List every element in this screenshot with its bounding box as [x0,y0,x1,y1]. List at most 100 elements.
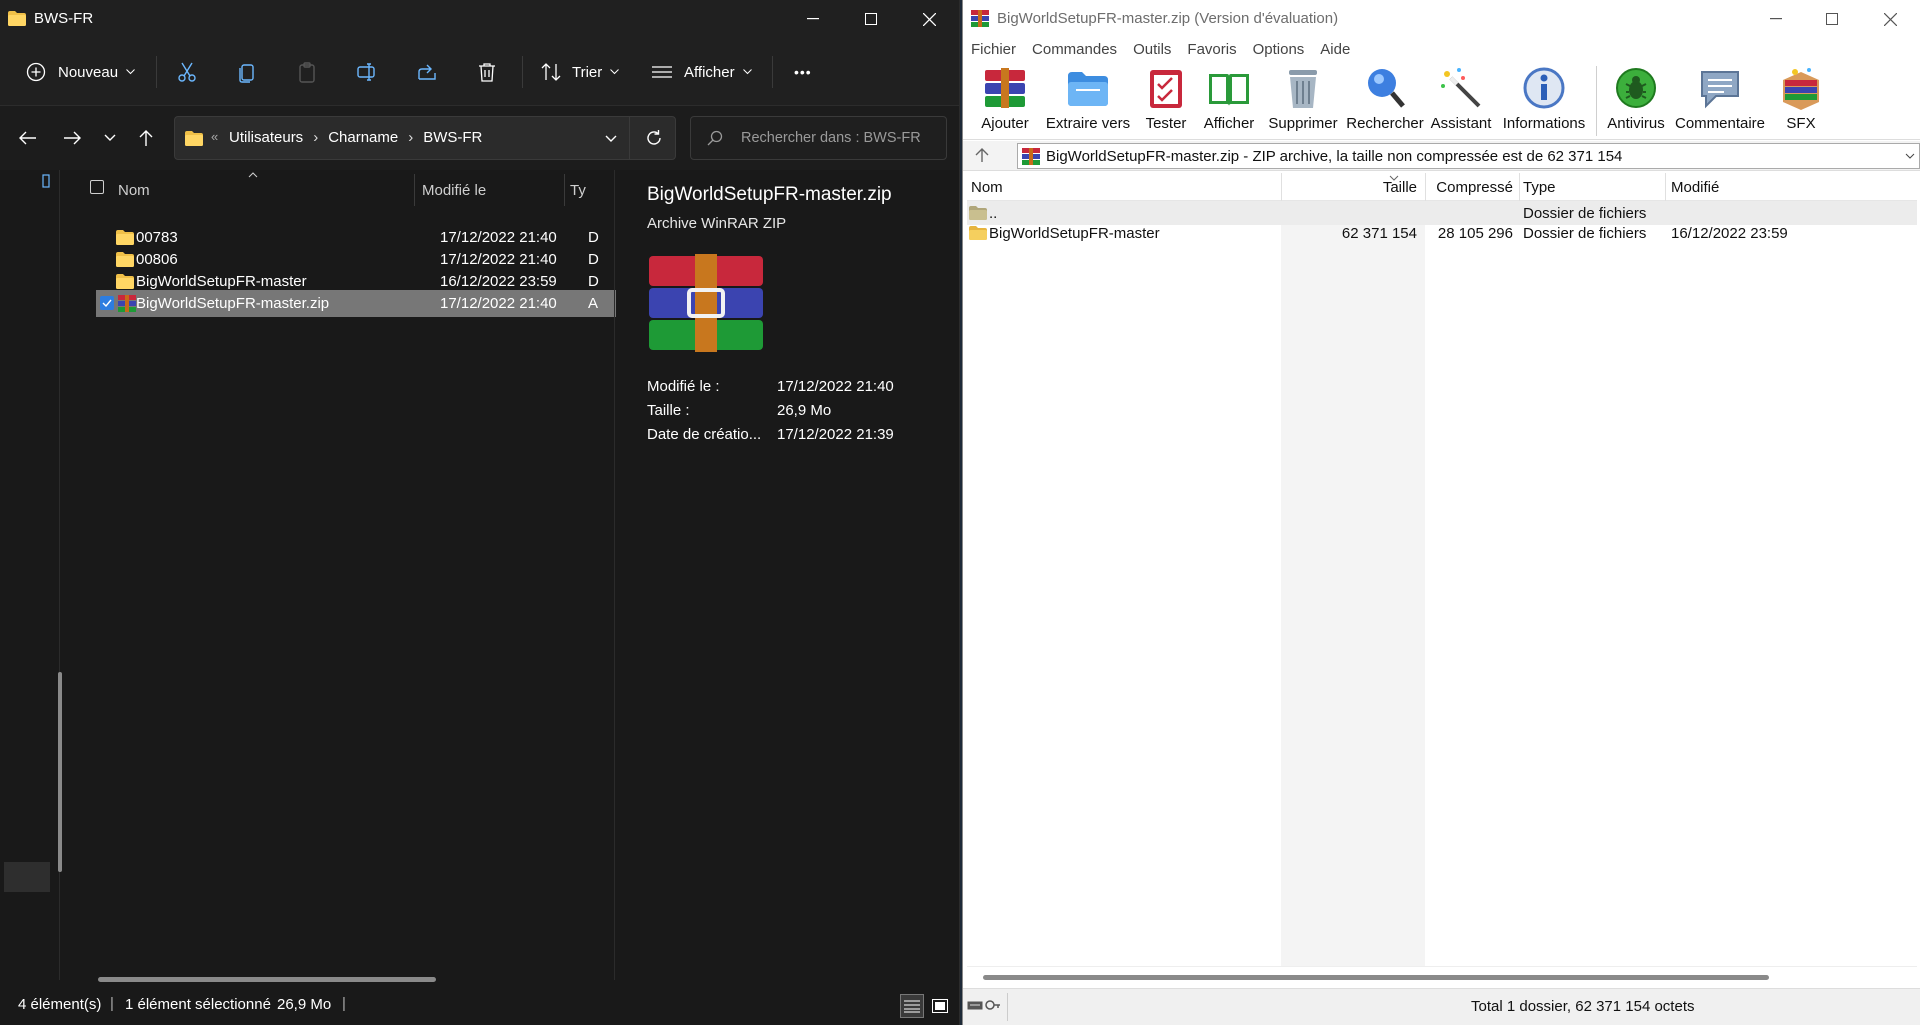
column-divider[interactable] [1665,173,1666,201]
menu-options[interactable]: Options [1245,38,1313,62]
column-divider[interactable] [564,174,565,206]
test-button[interactable]: Tester [1139,66,1193,140]
nav-pane-scrollbar[interactable] [58,672,62,872]
path-dropdown[interactable]: BigWorldSetupFR-master.zip - ZIP archive… [1017,143,1920,169]
breadcrumb-separator-icon[interactable]: › [313,129,318,146]
minimize-icon [1770,18,1782,20]
details-view-button[interactable] [900,994,924,1018]
row-checkbox[interactable] [100,296,114,310]
column-header-size[interactable]: Taille [1359,179,1417,196]
column-header-type[interactable]: Type [1523,179,1556,196]
recent-locations-button[interactable] [94,122,126,154]
paste-icon [299,62,315,83]
address-bar[interactable]: « Utilisateurs › Charname › BWS-FR [174,116,676,160]
file-type: A [588,295,599,312]
breadcrumb: Utilisateurs › Charname › BWS-FR [229,129,482,146]
status-bar: 4 élément(s) | 1 élément sélectionné 26,… [0,988,959,1025]
menu-aide[interactable]: Aide [1312,38,1358,62]
menu-favoris[interactable]: Favoris [1179,38,1244,62]
archive-path-text: BigWorldSetupFR-master.zip - ZIP archive… [1046,147,1623,165]
find-button[interactable]: Rechercher [1346,66,1424,140]
horizontal-scrollbar[interactable] [967,966,1917,986]
extract-to-button[interactable]: Extraire vers [1043,66,1133,140]
wizard-button[interactable]: Assistant [1429,66,1493,140]
rename-button[interactable] [356,52,378,92]
menu-fichier[interactable]: Fichier [963,38,1024,62]
drive-icon[interactable] [967,999,983,1011]
breadcrumb-item-bws-fr[interactable]: BWS-FR [423,129,482,146]
search-icon [707,130,723,146]
archive-file-list: .. Dossier de fichiers BigWorldSetupFR-m… [967,201,1917,966]
select-all-checkbox[interactable] [90,180,104,194]
breadcrumb-item-users[interactable]: Utilisateurs [229,129,303,146]
column-header-packed[interactable]: Compressé [1429,179,1513,196]
column-divider[interactable] [1281,173,1282,201]
file-modified: 16/12/2022 23:59 [440,272,557,290]
nav-pane-selected-item[interactable] [4,862,50,892]
chevron-down-icon [126,69,135,75]
file-explorer-window: BWS-FR Nouveau Trier Afficher ••• « Util… [0,0,960,1025]
antivirus-button[interactable]: Antivirus [1603,66,1669,140]
folder-icon [116,251,134,267]
new-button[interactable]: Nouveau [26,52,135,92]
breadcrumb-item-charname[interactable]: Charname [328,129,398,146]
trash-icon [479,63,495,82]
delete-button[interactable] [476,52,498,92]
file-row-selected[interactable]: BigWorldSetupFR-master.zip 17/12/2022 21… [96,290,616,317]
status-item-count: 4 élément(s) [18,996,102,1013]
item-packed: 28 105 296 [1437,225,1513,242]
share-button[interactable] [416,52,438,92]
search-input[interactable]: Rechercher dans : BWS-FR [690,116,947,160]
key-icon[interactable] [985,997,1001,1013]
close-button[interactable] [1861,0,1919,38]
view-button[interactable]: Afficher [652,52,752,92]
preview-detail-value: 26,9 Mo [777,402,832,419]
pin-icon[interactable] [42,174,50,188]
sort-button[interactable]: Trier [540,52,620,92]
window-title: BigWorldSetupFR-master.zip (Version d'év… [997,10,1339,27]
winrar-archive-large-icon [649,254,763,352]
menu-commandes[interactable]: Commandes [1024,38,1125,62]
minimize-button[interactable] [784,0,842,38]
breadcrumb-separator-icon[interactable]: › [408,129,413,146]
column-divider[interactable] [1519,173,1520,201]
arrow-up-icon[interactable] [975,147,989,163]
paste-button[interactable] [296,52,318,92]
column-header-type[interactable]: Ty [570,182,586,199]
column-header-modified[interactable]: Modifié [1671,179,1719,196]
folder-icon [969,226,987,240]
up-button[interactable] [130,122,162,154]
archive-list-header: Nom Taille Compressé Type Modifié [967,173,1917,201]
item-type: Dossier de fichiers [1523,205,1647,222]
delete-button[interactable]: Supprimer [1265,66,1341,140]
column-divider[interactable] [414,174,415,206]
chevron-down-icon[interactable] [605,135,617,143]
back-button[interactable] [12,122,44,154]
column-header-name[interactable]: Nom [971,179,1003,196]
list-item[interactable]: BigWorldSetupFR-master 62 371 154 28 105… [967,221,1917,245]
close-button[interactable] [900,0,958,38]
column-divider[interactable] [1425,173,1426,201]
comment-button[interactable]: Commentaire [1673,66,1767,140]
maximize-button[interactable] [842,0,900,38]
cut-button[interactable] [176,52,198,92]
more-options-button[interactable]: ••• [794,52,812,92]
horizontal-scrollbar[interactable] [98,977,436,982]
tiles-view-button[interactable] [928,994,952,1018]
copy-button[interactable] [236,52,258,92]
forward-button[interactable] [56,122,88,154]
file-name: 00806 [136,250,178,268]
maximize-button[interactable] [1803,0,1861,38]
sort-icon [541,63,561,81]
scrollbar-thumb[interactable] [983,975,1769,980]
minimize-button[interactable] [1747,0,1805,38]
refresh-icon[interactable] [645,129,663,147]
menu-outils[interactable]: Outils [1125,38,1179,62]
file-type: D [588,272,599,290]
sfx-button[interactable]: SFX [1773,66,1829,140]
info-button[interactable]: Informations [1499,66,1589,140]
add-button[interactable]: Ajouter [975,66,1035,140]
view-button[interactable]: Afficher [1199,66,1259,140]
column-header-name[interactable]: Nom [118,182,150,199]
column-header-modified[interactable]: Modifié le [422,182,486,199]
